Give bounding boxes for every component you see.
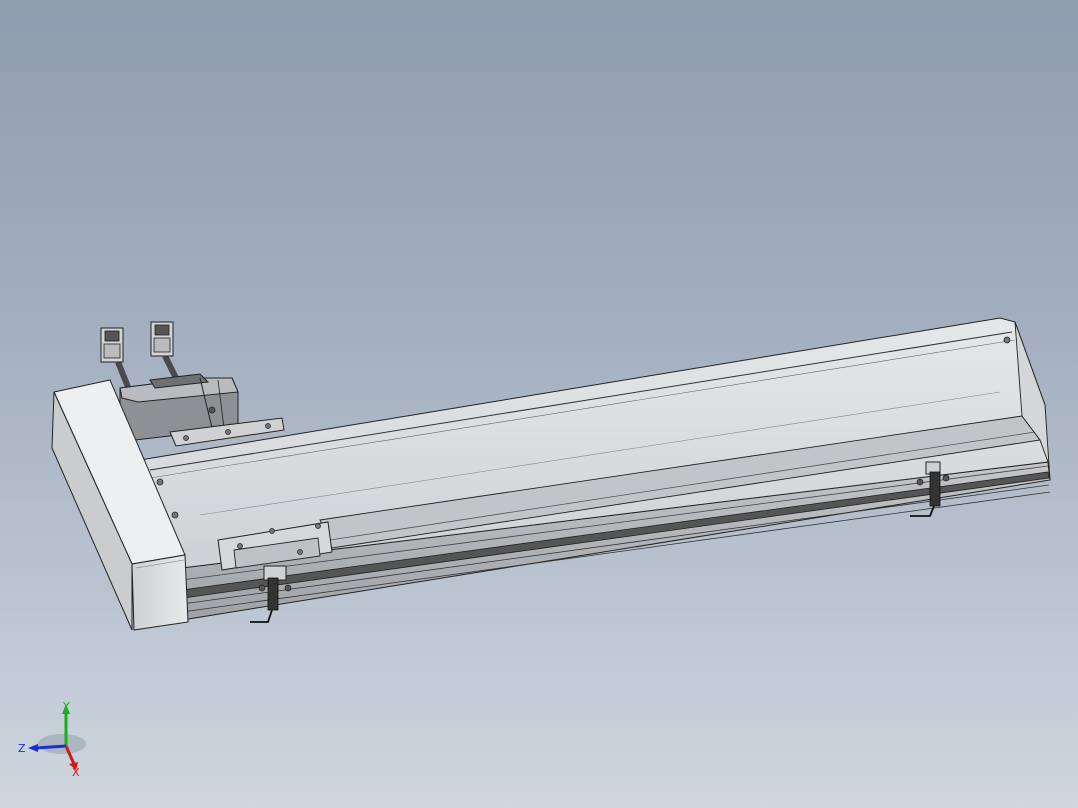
actuator-model[interactable]	[0, 0, 1078, 808]
orientation-triad: Y Z X	[18, 700, 86, 779]
x-axis-label: X	[72, 766, 80, 779]
cad-viewport[interactable]: Y Z X	[0, 0, 1078, 808]
y-axis-label: Y	[62, 700, 70, 713]
z-axis-arrow	[28, 744, 38, 752]
triad-disc	[38, 734, 86, 754]
connector-cable-2[interactable]	[150, 321, 181, 384]
z-axis-line	[35, 744, 67, 750]
z-axis-label: Z	[18, 742, 26, 755]
